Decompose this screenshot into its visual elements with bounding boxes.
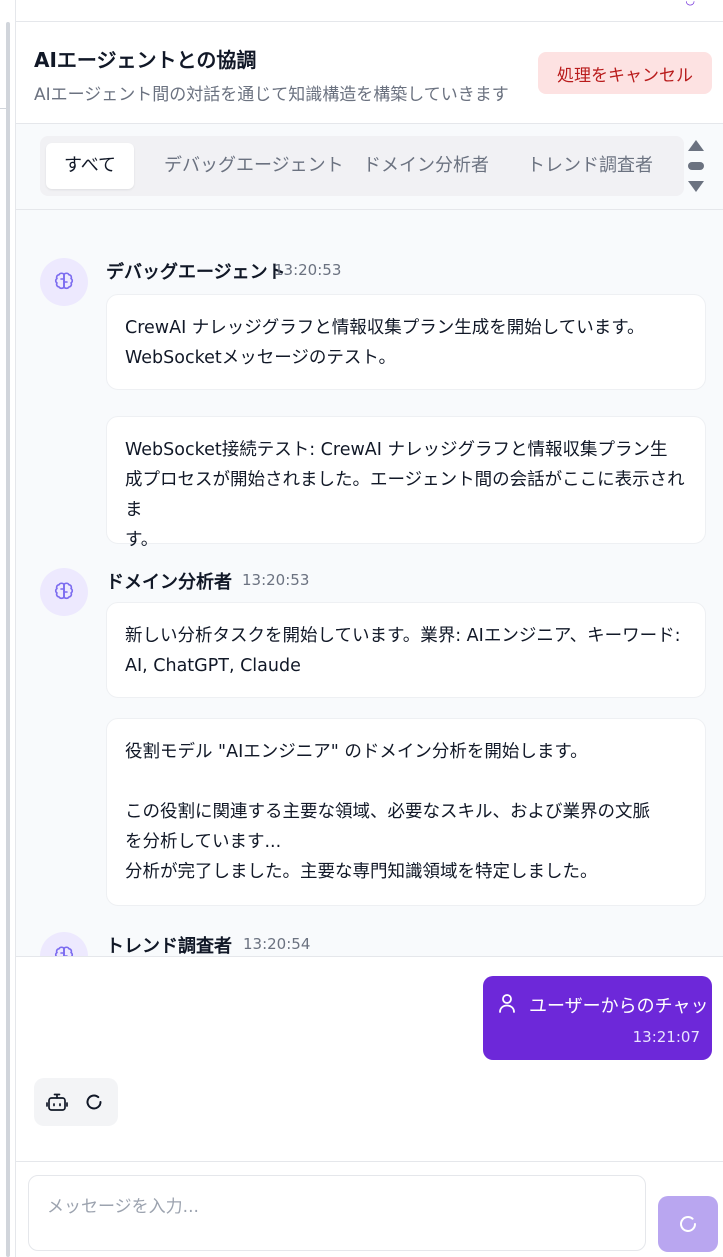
- left-scroll-rail: [6, 22, 10, 1257]
- user-icon: [499, 994, 515, 1013]
- spinner-icon: [86, 1094, 102, 1110]
- page-title: AIエージェントとの協調: [34, 48, 257, 72]
- scroll-down-icon[interactable]: [688, 181, 704, 192]
- agent-avatar: [40, 258, 88, 306]
- top-strip: ◡: [16, 0, 723, 22]
- spinner-icon: [680, 1216, 696, 1232]
- user-chat-area: ユーザーからのチャット 13:21:07: [16, 956, 723, 1161]
- tab-trend-researcher[interactable]: トレンド調査者: [509, 143, 671, 189]
- tab-all[interactable]: すべて: [46, 143, 135, 189]
- agent-name: デバッグエージェント: [106, 262, 286, 283]
- agent-message-feed[interactable]: デバッグエージェント 13:20:53 CrewAI ナレッジグラフと情報収集プ…: [16, 210, 723, 956]
- message-time: 13:20:53: [274, 261, 342, 279]
- user-message-text: ユーザーからのチャット: [529, 996, 723, 1017]
- brain-icon: [54, 582, 74, 600]
- bot-typing-indicator: [34, 1078, 118, 1126]
- scroll-thumb[interactable]: [688, 162, 704, 170]
- agent-avatar: [40, 568, 88, 616]
- bot-icon: [46, 1093, 68, 1111]
- message-composer: [16, 1161, 723, 1257]
- message-bubble: 新しい分析タスクを開始しています。業界: AIエンジニア、キーワード: AI, …: [106, 602, 706, 698]
- message-bubble: 役割モデル "AIエンジニア" のドメイン分析を開始します。 この役割に関連する…: [106, 718, 706, 906]
- brain-icon: [54, 272, 74, 290]
- message-time: 13:20:53: [242, 571, 310, 589]
- agent-filter-bar: すべて デバッグエージェント ドメイン分析者 トレンド調査者: [16, 124, 723, 210]
- agent-avatar: [40, 932, 88, 956]
- brain-icon: [54, 946, 74, 956]
- user-message-time: 13:21:07: [632, 1028, 700, 1046]
- scroll-up-icon[interactable]: [688, 140, 704, 151]
- message-input[interactable]: [28, 1175, 646, 1251]
- collaboration-panel: AIエージェントとの協調 AIエージェント間の対話を通じて知識構造を構築していき…: [16, 22, 723, 1257]
- page-subtitle: AIエージェント間の対話を通じて知識構造を構築していきます: [34, 85, 509, 105]
- agent-name: ドメイン分析者: [106, 572, 232, 593]
- tab-domain-analyst[interactable]: ドメイン分析者: [345, 143, 507, 189]
- cancel-processing-button[interactable]: 処理をキャンセル: [538, 52, 712, 94]
- user-message-bubble: ユーザーからのチャット 13:21:07: [483, 976, 723, 1060]
- agent-tabs: すべて デバッグエージェント ドメイン分析者 トレンド調査者: [40, 136, 684, 196]
- message-bubble: WebSocket接続テスト: CrewAI ナレッジグラフと情報収集プラン生 …: [106, 416, 706, 550]
- tabs-scroll-control[interactable]: [684, 140, 708, 194]
- panel-header: AIエージェントとの協調 AIエージェント間の対話を通じて知識構造を構築していき…: [16, 22, 723, 124]
- send-button[interactable]: [658, 1196, 718, 1252]
- message-time: 13:20:54: [243, 935, 311, 953]
- agent-name: トレンド調査者: [106, 936, 232, 956]
- tab-debug-agent[interactable]: デバッグエージェント: [146, 143, 362, 189]
- left-gutter: [0, 0, 16, 1257]
- corner-fragment-icon: ◡: [685, 0, 695, 7]
- message-bubble: CrewAI ナレッジグラフと情報収集プラン生成を開始しています。 WebSoc…: [106, 294, 706, 390]
- gutter-divider: [0, 108, 6, 109]
